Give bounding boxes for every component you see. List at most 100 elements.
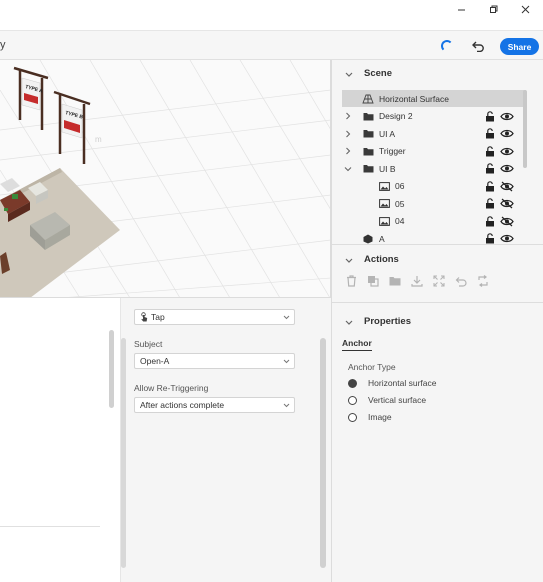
scene-item-05[interactable]: 05 <box>342 195 526 212</box>
scene-item-design-2[interactable]: Design 2 <box>342 108 526 125</box>
scene-item-label: UI B <box>379 163 396 174</box>
object-icon <box>362 234 374 244</box>
tab-anchor[interactable]: Anchor <box>342 338 372 351</box>
delete-icon[interactable] <box>344 274 358 288</box>
share-button[interactable]: Share <box>500 38 539 55</box>
radio-vertical-surface[interactable]: Vertical surface <box>348 395 426 405</box>
undo-icon[interactable] <box>469 37 487 55</box>
eye-off-icon[interactable] <box>500 181 514 192</box>
eye-off-icon[interactable] <box>500 216 514 227</box>
divider <box>332 302 543 303</box>
lock-icon[interactable] <box>485 233 495 244</box>
viewport-canvas: TYPE A TYPE B m <box>0 60 330 297</box>
duplicate-icon[interactable] <box>366 274 380 288</box>
replace-icon[interactable] <box>476 274 490 288</box>
lock-icon[interactable] <box>485 180 495 192</box>
document-title: y <box>0 39 6 51</box>
scene-item-04[interactable]: 04 <box>342 213 526 230</box>
lock-icon[interactable] <box>485 128 495 139</box>
actions-section-header[interactable]: Actions <box>332 254 399 265</box>
actions-title: Actions <box>364 254 399 265</box>
radio-label: Image <box>368 412 392 422</box>
minimize-icon[interactable] <box>444 0 478 18</box>
sync-spinner-icon <box>441 40 453 52</box>
expand-icon[interactable] <box>432 274 446 288</box>
scene-item-label: 06 <box>395 181 405 191</box>
lock-icon[interactable] <box>485 198 495 209</box>
left-scrollbar[interactable] <box>109 330 114 408</box>
scene-scrollbar[interactable] <box>523 90 527 168</box>
close-icon[interactable] <box>508 0 542 18</box>
eye-off-icon[interactable] <box>500 198 514 209</box>
folder-icon <box>362 164 374 174</box>
radio-label: Vertical surface <box>368 395 427 405</box>
lock-icon[interactable] <box>485 163 495 174</box>
panel-scrollbar-left[interactable] <box>121 338 126 568</box>
scene-item-a[interactable]: A <box>342 230 526 244</box>
eye-icon[interactable] <box>500 111 514 122</box>
radio-image[interactable]: Image <box>348 412 392 422</box>
chevron-right-icon[interactable] <box>344 130 352 138</box>
subject-label: Subject <box>134 339 163 349</box>
chevron-down-icon[interactable] <box>344 317 354 327</box>
scene-title: Scene <box>364 68 392 79</box>
right-panel: Scene Horizontal Surface Design 2 UI A T… <box>331 60 543 582</box>
window-titlebar <box>0 0 543 30</box>
scene-item-horizontal-surface[interactable]: Horizontal Surface <box>342 90 526 107</box>
scene-item-ui-b[interactable]: UI B <box>342 160 526 177</box>
chevron-down-icon <box>282 313 290 321</box>
folder-icon <box>362 111 374 121</box>
chevron-down-icon[interactable] <box>344 165 352 173</box>
group-icon[interactable] <box>388 274 402 288</box>
image-icon <box>378 181 390 191</box>
retrigger-dropdown[interactable]: After actions complete <box>134 397 295 413</box>
scene-item-label: Horizontal Surface <box>379 93 449 104</box>
image-icon <box>378 199 390 209</box>
tap-icon <box>140 312 148 322</box>
panel-scrollbar-right[interactable] <box>320 338 326 568</box>
surface-icon <box>362 94 374 104</box>
radio-button[interactable] <box>348 395 357 405</box>
app-header: y Share <box>0 30 543 60</box>
chevron-down-icon[interactable] <box>344 255 354 265</box>
chevron-down-icon[interactable] <box>344 69 354 79</box>
scene-section-header[interactable]: Scene <box>332 68 392 79</box>
lock-icon[interactable] <box>485 145 495 157</box>
eye-icon[interactable] <box>500 146 514 157</box>
scene-item-label: Trigger <box>379 146 406 156</box>
restore-icon[interactable] <box>476 0 510 18</box>
radio-label: Horizontal surface <box>368 378 437 388</box>
trigger-panel: Tap Subject Open-A Allow Re-Triggering A… <box>121 298 331 582</box>
scene-item-trigger[interactable]: Trigger <box>342 143 526 160</box>
trigger-type-dropdown[interactable]: Tap <box>134 309 295 325</box>
undo-icon[interactable] <box>454 274 468 288</box>
subject-value: Open-A <box>140 356 170 366</box>
divider <box>0 526 100 527</box>
download-icon[interactable] <box>410 274 424 288</box>
svg-text:m: m <box>95 135 102 144</box>
lock-icon[interactable] <box>485 215 495 227</box>
radio-button[interactable] <box>348 412 357 422</box>
retrigger-label: Allow Re-Triggering <box>134 383 209 393</box>
subject-dropdown[interactable]: Open-A <box>134 353 295 369</box>
anchor-type-label: Anchor Type <box>348 362 396 372</box>
chevron-right-icon[interactable] <box>344 112 352 120</box>
scene-item-ui-a[interactable]: UI A <box>342 125 526 142</box>
divider <box>332 244 543 245</box>
scene-item-label: 05 <box>395 198 405 209</box>
lock-icon[interactable] <box>485 110 495 122</box>
chevron-right-icon[interactable] <box>344 147 352 155</box>
radio-horizontal-surface[interactable]: Horizontal surface <box>348 378 437 388</box>
3d-viewport[interactable]: TYPE A TYPE B m <box>0 60 331 298</box>
radio-button[interactable] <box>348 378 357 388</box>
eye-icon[interactable] <box>500 233 514 244</box>
scene-item-label: Design 2 <box>379 111 413 121</box>
eye-icon[interactable] <box>500 163 514 174</box>
lower-left-panel <box>0 298 121 582</box>
eye-icon[interactable] <box>500 128 514 139</box>
properties-title: Properties <box>364 316 411 327</box>
folder-icon <box>362 146 374 156</box>
properties-section-header[interactable]: Properties <box>332 316 411 327</box>
scene-item-06[interactable]: 06 <box>342 178 526 195</box>
folder-icon <box>362 129 374 139</box>
